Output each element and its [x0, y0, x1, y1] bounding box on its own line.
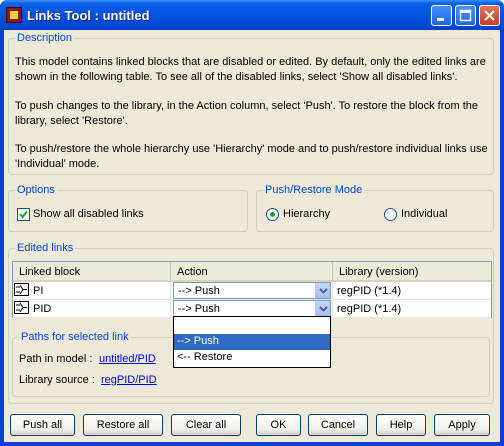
- description-line: shown in the following table. To see all…: [15, 71, 458, 83]
- minimize-button[interactable]: [431, 5, 452, 26]
- description-label: Description: [15, 32, 75, 44]
- action-value: --> Push: [178, 285, 220, 297]
- window: Links Tool : untitled Description This m…: [0, 0, 504, 446]
- block-name: PID: [33, 303, 52, 315]
- dialog-body: Description This model contains linked b…: [4, 30, 500, 442]
- action-select[interactable]: --> Push: [173, 300, 331, 317]
- show-all-label[interactable]: Show all disabled links: [33, 208, 144, 220]
- cancel-button[interactable]: Cancel: [308, 414, 368, 436]
- mode-label: Push/Restore Mode: [263, 184, 365, 196]
- mode-group: Push/Restore Mode Hierarchy Individual: [256, 184, 494, 232]
- window-title: Links Tool : untitled: [27, 8, 150, 23]
- dropdown-option[interactable]: <-- Restore: [174, 350, 330, 366]
- action-dropdown-list: --> Push <-- Restore: [173, 316, 331, 368]
- options-group: Options Show all disabled links: [8, 184, 248, 232]
- restore-all-button[interactable]: Restore all: [83, 414, 163, 436]
- library-cell: regPID (*1.4): [333, 282, 491, 300]
- subsystem-icon: [14, 301, 29, 314]
- ok-button[interactable]: OK: [256, 414, 301, 436]
- library-source-link[interactable]: regPID/PID: [101, 374, 157, 386]
- minimize-icon: [437, 18, 444, 21]
- hierarchy-label[interactable]: Hierarchy: [283, 208, 330, 220]
- table-row[interactable]: PID: [13, 300, 171, 318]
- apply-button[interactable]: Apply: [434, 414, 490, 436]
- options-label: Options: [15, 184, 57, 196]
- path-in-model-label: Path in model :: [19, 353, 93, 365]
- library-version: regPID (*1.4): [337, 303, 402, 315]
- app-icon: [6, 7, 22, 23]
- library-version: regPID (*1.4): [337, 285, 402, 297]
- block-name: PI: [33, 285, 44, 297]
- individual-radio[interactable]: [384, 208, 397, 221]
- description-line: To push/restore the whole hierarchy use …: [15, 143, 488, 155]
- dropdown-option[interactable]: --> Push: [174, 334, 330, 350]
- library-source-label: Library source :: [19, 374, 95, 386]
- action-value: --> Push: [178, 303, 220, 315]
- chevron-down-icon[interactable]: [315, 283, 330, 298]
- close-icon: [484, 10, 495, 21]
- description-line: This model contains linked blocks that a…: [15, 56, 486, 68]
- description-line: To push changes to the library, in the A…: [15, 100, 478, 112]
- action-cell: --> Push: [171, 282, 333, 300]
- chevron-down-icon[interactable]: [315, 301, 330, 316]
- table-row[interactable]: PI: [13, 282, 171, 300]
- help-button[interactable]: Help: [376, 414, 426, 436]
- title-bar[interactable]: Links Tool : untitled: [0, 0, 504, 30]
- check-icon: [19, 210, 28, 219]
- path-in-model-link[interactable]: untitled/PID: [99, 353, 156, 365]
- edited-links-label: Edited links: [15, 242, 76, 254]
- links-table: Linked block Action Library (version) PI…: [12, 261, 492, 318]
- maximize-button[interactable]: [455, 5, 476, 26]
- column-header[interactable]: Action: [171, 262, 333, 282]
- close-button[interactable]: [479, 5, 500, 26]
- individual-label[interactable]: Individual: [401, 208, 447, 220]
- subsystem-icon: [14, 283, 29, 296]
- push-all-button[interactable]: Push all: [10, 414, 75, 436]
- maximize-icon: [459, 9, 472, 22]
- description-group: Description This model contains linked b…: [8, 32, 494, 175]
- hierarchy-radio[interactable]: [266, 208, 279, 221]
- column-header[interactable]: Linked block: [13, 262, 171, 282]
- description-line: library, select 'Restore'.: [15, 115, 128, 127]
- library-cell: regPID (*1.4): [333, 300, 491, 318]
- show-all-checkbox[interactable]: [17, 208, 30, 221]
- column-header[interactable]: Library (version): [333, 262, 491, 282]
- paths-label: Paths for selected link: [19, 331, 131, 343]
- dropdown-option[interactable]: [174, 317, 330, 333]
- action-select[interactable]: --> Push: [173, 282, 331, 299]
- description-line: 'Individual' mode.: [15, 158, 100, 170]
- clear-all-button[interactable]: Clear all: [171, 414, 241, 436]
